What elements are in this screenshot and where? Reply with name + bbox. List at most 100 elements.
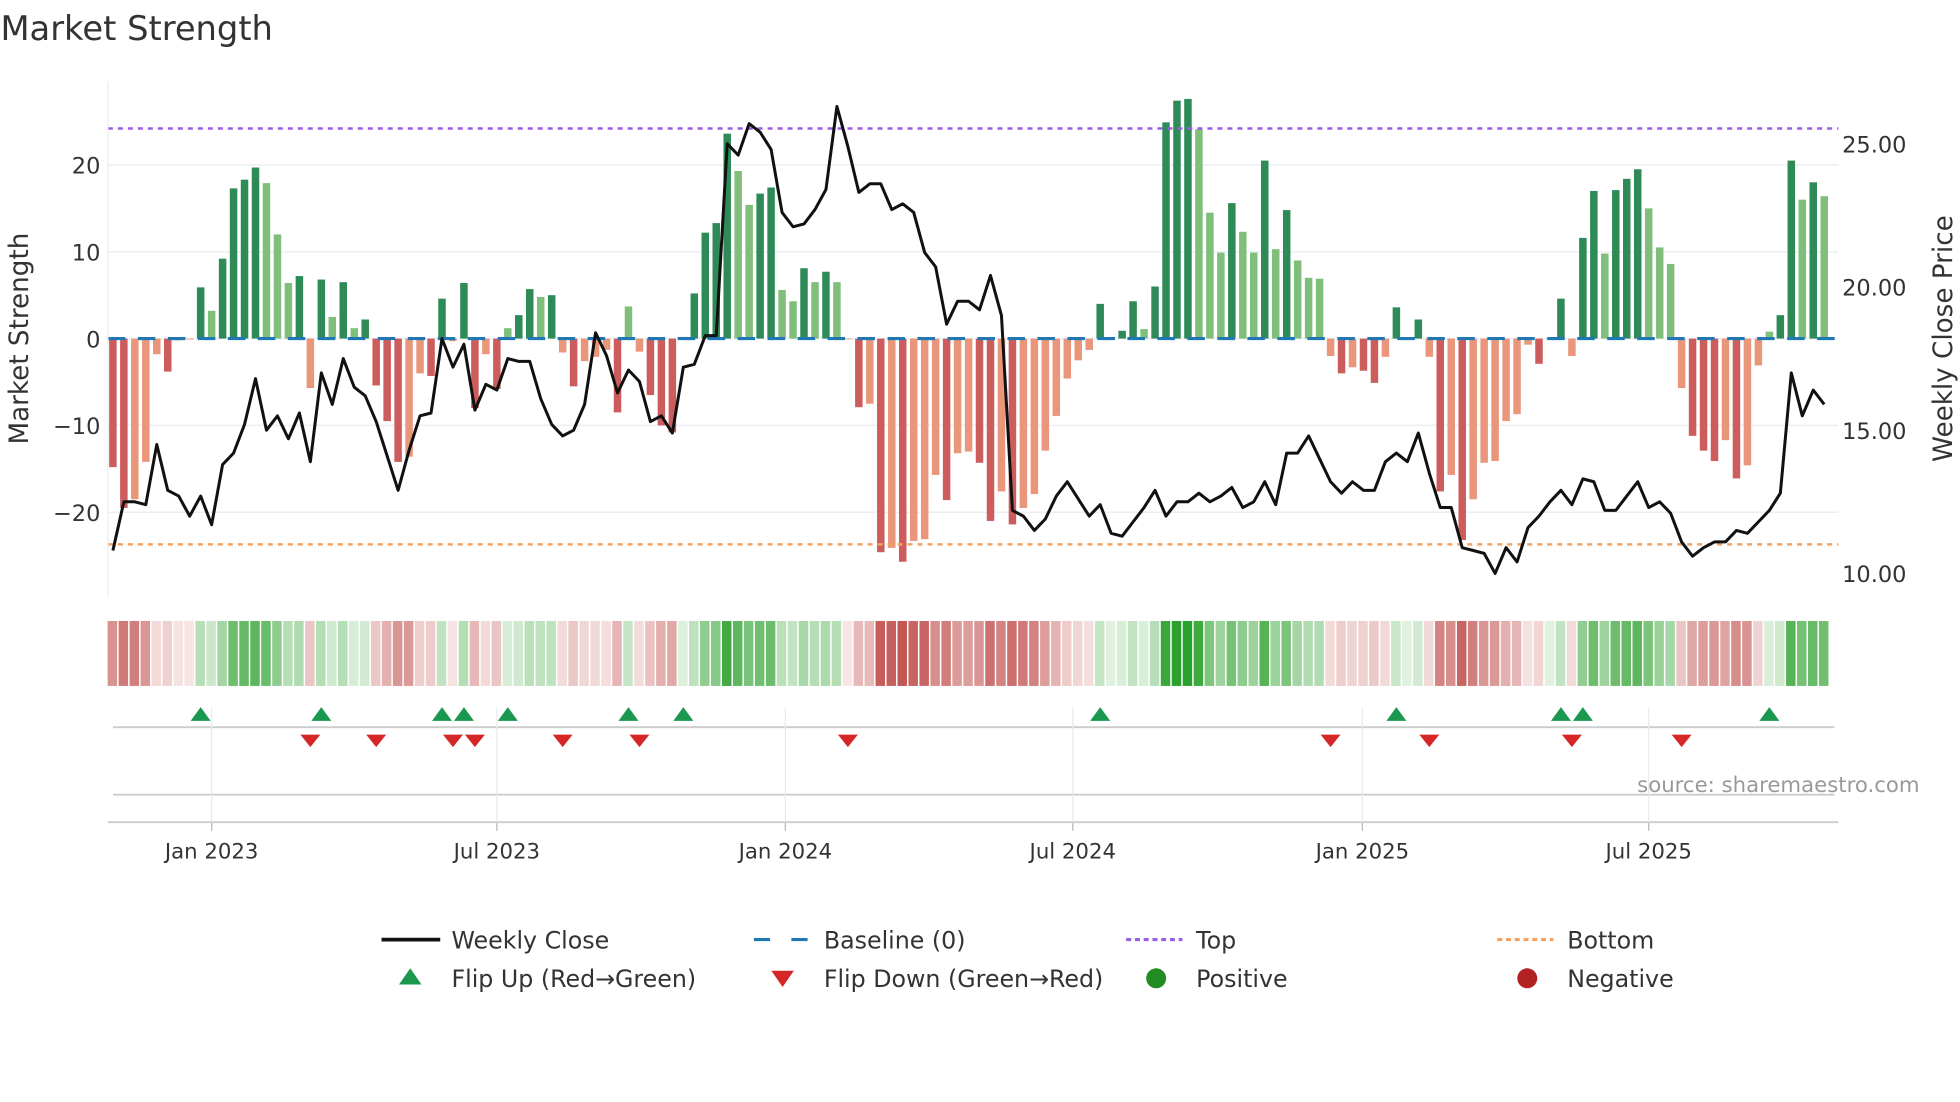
- strength-bar: [1260, 160, 1269, 339]
- heatmap-cell: [1040, 620, 1050, 686]
- heatmap-cell: [1259, 620, 1269, 686]
- heatmap-cell: [1380, 620, 1390, 686]
- strength-bar: [460, 283, 468, 339]
- strength-bar: [1568, 338, 1576, 356]
- heatmap-cell: [1533, 620, 1544, 686]
- x-tick-label: Jan 2024: [737, 839, 833, 864]
- heatmap-cell: [107, 620, 118, 686]
- heatmap-cell: [645, 620, 655, 686]
- strength-bar: [1601, 253, 1609, 339]
- heatmap-cell: [710, 620, 721, 686]
- heatmap-cell: [1665, 620, 1675, 686]
- strength-bar: [1085, 338, 1093, 350]
- strength-bar: [1304, 277, 1313, 339]
- flip-up-marker: [673, 707, 694, 721]
- heatmap-cell: [1753, 620, 1763, 686]
- heatmap-cell: [743, 620, 754, 686]
- heatmap-cell: [228, 620, 238, 686]
- legend-label-negative: Negative: [1567, 965, 1673, 993]
- heatmap-cell: [425, 620, 436, 686]
- strength-bar: [284, 283, 293, 339]
- strength-bar: [1809, 182, 1817, 339]
- heatmap-cell: [1171, 620, 1182, 686]
- heatmap-cell: [239, 620, 249, 686]
- heatmap-cell: [1215, 620, 1226, 686]
- flip-up-marker: [1550, 707, 1571, 721]
- heatmap-cell: [436, 620, 447, 686]
- heatmap-cell: [919, 620, 929, 686]
- heatmap-cell: [1687, 620, 1697, 686]
- strength-bar: [427, 338, 435, 376]
- strength-bar: [1469, 338, 1477, 500]
- legend-label-flipup: Flip Up (Red→Green): [451, 965, 696, 993]
- strength-bar: [964, 338, 973, 452]
- heatmap-cell: [316, 620, 326, 686]
- heatmap-cell: [1654, 620, 1664, 686]
- y2-tick-label: 25.00: [1842, 132, 1906, 158]
- heatmap-cell: [1807, 620, 1818, 686]
- strength-bar: [163, 338, 172, 372]
- strength-bar: [1030, 338, 1039, 495]
- strength-bar: [1666, 263, 1675, 339]
- heatmap-cell: [381, 620, 392, 686]
- heatmap-cell: [820, 620, 831, 686]
- strength-bar: [1623, 178, 1631, 339]
- legend-label-baseline: Baseline (0): [824, 926, 966, 954]
- strength-bar: [811, 282, 819, 339]
- y-tick-label: −10: [53, 414, 100, 440]
- strength-bar: [328, 316, 337, 339]
- strength-bar: [383, 338, 391, 422]
- strength-bar: [1458, 338, 1466, 541]
- heatmap-cell: [612, 620, 622, 686]
- legend-label-flipdown: Flip Down (Green→Red): [824, 965, 1103, 993]
- heatmap-cell: [875, 620, 886, 686]
- heatmap-cell: [1281, 620, 1291, 686]
- heatmap-cell: [1522, 620, 1533, 686]
- heatmap-cell: [1424, 620, 1434, 686]
- strength-bar: [1184, 98, 1192, 339]
- strength-bar: [745, 204, 753, 339]
- strength-bar: [1151, 286, 1159, 339]
- heatmap-cell: [678, 620, 688, 686]
- heatmap-cell: [1818, 620, 1829, 686]
- strength-bar: [526, 289, 534, 339]
- heatmap-cell: [1544, 620, 1555, 686]
- strength-bar: [1370, 338, 1379, 383]
- heatmap-cell: [1336, 620, 1346, 686]
- strength-bar: [1359, 338, 1368, 371]
- x-tick-label: Jul 2024: [1028, 839, 1116, 864]
- strength-bar: [295, 276, 304, 339]
- y-tick-label: 10: [72, 241, 101, 267]
- flip-down-marker: [1561, 734, 1582, 748]
- strength-bar: [877, 338, 885, 553]
- strength-bar: [262, 183, 271, 339]
- strength-bar: [339, 282, 348, 339]
- y-axis-label: Market Strength: [5, 233, 35, 445]
- heatmap-cell: [480, 620, 491, 686]
- strength-bar: [1195, 129, 1203, 339]
- strength-bar: [229, 188, 238, 339]
- strength-bar: [1710, 338, 1719, 462]
- heatmap-cell: [1478, 620, 1489, 686]
- strength-bar: [185, 338, 194, 340]
- strength-bar: [1239, 231, 1247, 339]
- strength-bar: [1315, 278, 1324, 339]
- heatmap-cell: [1489, 620, 1500, 686]
- strength-bar: [778, 289, 786, 339]
- y-tick-label: 20: [72, 154, 101, 180]
- heatmap-cell: [908, 620, 918, 686]
- strength-bar: [1820, 196, 1828, 339]
- heatmap-cell: [1193, 620, 1204, 686]
- chart-title: Market Strength: [0, 9, 272, 48]
- strength-bar: [196, 287, 205, 339]
- heatmap-cell: [1698, 620, 1708, 686]
- heatmap-cell: [1720, 620, 1730, 686]
- strength-bar: [833, 282, 841, 339]
- strength-bar: [1447, 338, 1455, 475]
- strength-bar: [975, 338, 984, 463]
- flip-up-marker: [1090, 707, 1111, 721]
- heatmap-cell: [140, 620, 151, 686]
- heatmap-cell: [1018, 620, 1028, 686]
- heatmap-cell: [1149, 620, 1160, 686]
- flip-up-marker: [453, 707, 474, 721]
